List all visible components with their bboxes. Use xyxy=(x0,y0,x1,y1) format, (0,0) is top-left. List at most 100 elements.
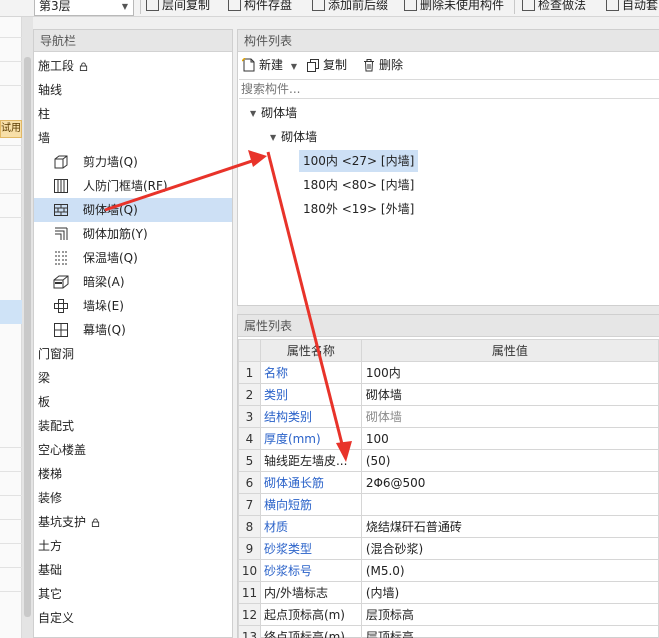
property-value[interactable]: 100内 xyxy=(360,361,659,384)
property-name: 横向短筋 xyxy=(259,493,362,516)
new-component-button[interactable]: 新建 ▼ xyxy=(241,56,297,74)
nav-item-column[interactable]: 柱 xyxy=(38,102,50,126)
nav-panel-title: 导航栏 xyxy=(34,30,232,52)
floor-copy-button[interactable]: 层间复制 xyxy=(146,0,210,15)
nav-item-hollow-floor[interactable]: 空心楼盖 xyxy=(38,438,86,462)
nav-item-axis[interactable]: 轴线 xyxy=(38,78,62,102)
property-value[interactable]: (内墙) xyxy=(360,581,659,604)
expand-triangle-icon[interactable]: ▼ xyxy=(250,103,256,125)
nav-sub-hidden-beam[interactable]: 暗梁(A) xyxy=(34,270,232,294)
nav-sub-wall-pier[interactable]: 墙垛(E) xyxy=(34,294,232,318)
nav-item-label: 装配式 xyxy=(38,419,75,433)
property-value[interactable]: (50) xyxy=(360,449,659,472)
property-value[interactable]: 2Φ6@500 xyxy=(360,471,659,494)
edge-row-divider xyxy=(0,519,22,520)
chevron-down-icon[interactable]: ▼ xyxy=(291,62,297,71)
nav-item-earthwork[interactable]: 土方 xyxy=(38,534,62,558)
property-row[interactable]: 3 结构类别 砌体墙 xyxy=(238,405,659,428)
nav-item-door-window-opening[interactable]: 门窗洞 xyxy=(38,342,74,366)
toolbar-separator xyxy=(140,0,141,14)
edge-row-divider xyxy=(0,85,22,86)
property-value[interactable]: 层顶标高 xyxy=(360,625,659,638)
property-header-row: 属性名称 属性值 xyxy=(238,339,659,362)
component-leaf[interactable]: 100内 <27> [内墙] xyxy=(299,150,419,172)
property-name: 材质 xyxy=(259,515,362,538)
nav-item-prefabricated[interactable]: 装配式 xyxy=(38,414,74,438)
property-row[interactable]: 5 轴线距左墙皮... (50) xyxy=(238,449,659,472)
property-row[interactable]: 2 类别 砌体墙 xyxy=(238,383,659,406)
nav-item-label: 空心楼盖 xyxy=(38,443,87,457)
nav-sub-label: 暗梁(A) xyxy=(83,275,125,289)
floor-select[interactable]: 第3层 ▼ xyxy=(34,0,134,16)
property-row[interactable]: 13 终点顶标高(m) 层顶标高 xyxy=(238,625,659,638)
nav-item-foundation[interactable]: 基础 xyxy=(38,558,62,582)
tree-node-masonry-wall-root[interactable]: ▼ 砌体墙 xyxy=(250,102,297,124)
delete-unused-button[interactable]: 删除未使用构件 xyxy=(404,0,504,15)
masonry-reinforcement-icon xyxy=(55,227,68,240)
expand-triangle-icon[interactable]: ▼ xyxy=(270,127,276,149)
tree-node-masonry-wall-group[interactable]: ▼ 砌体墙 xyxy=(270,126,317,148)
nav-item-label: 装修 xyxy=(38,491,63,505)
property-row[interactable]: 12 起点顶标高(m) 层顶标高 xyxy=(238,603,659,626)
nav-item-decoration[interactable]: 装修 xyxy=(38,486,62,510)
left-scrollbar[interactable] xyxy=(22,17,33,638)
property-row[interactable]: 9 砂浆类型 (混合砂浆) xyxy=(238,537,659,560)
save-component-button[interactable]: 构件存盘 xyxy=(228,0,292,15)
masonry-wall-icon xyxy=(54,204,68,216)
property-row[interactable]: 7 横向短筋 xyxy=(238,493,659,516)
property-value[interactable]: 层顶标高 xyxy=(360,603,659,626)
trash-icon xyxy=(364,59,374,72)
add-prefix-suffix-button[interactable]: 添加前后缀 xyxy=(312,0,388,15)
property-row[interactable]: 1 名称 100内 xyxy=(238,361,659,384)
copy-component-button[interactable]: 复制 xyxy=(306,56,347,74)
new-file-icon xyxy=(241,57,255,72)
row-number: 8 xyxy=(238,515,261,538)
property-row[interactable]: 11 内/外墙标志 (内墙) xyxy=(238,581,659,604)
panel-splitter[interactable] xyxy=(237,306,659,314)
nav-sub-civil-defense-wall[interactable]: 人防门框墙(RF) xyxy=(34,174,232,198)
property-value[interactable]: (混合砂浆) xyxy=(360,537,659,560)
nav-item-beam[interactable]: 梁 xyxy=(38,366,50,390)
property-name: 内/外墙标志 xyxy=(259,581,362,604)
property-table: 属性名称 属性值 1 名称 100内 2 类别 砌体墙 3 结构类别 砌体墙 4 厚度(mm) 100… xyxy=(238,339,659,638)
nav-sub-shear-wall[interactable]: 剪力墙(Q) xyxy=(34,150,232,174)
component-leaf[interactable]: 180内 <80> [内墙] xyxy=(299,174,418,196)
nav-sub-insulation-wall[interactable]: 保温墙(Q) xyxy=(34,246,232,270)
component-search-input[interactable] xyxy=(241,82,641,96)
nav-item-other[interactable]: 其它 xyxy=(38,582,62,606)
property-row[interactable]: 8 材质 烧结煤矸石普通砖 xyxy=(238,515,659,538)
nav-sub-label: 砌体墙(Q) xyxy=(83,203,138,217)
nav-item-slab[interactable]: 板 xyxy=(38,390,50,414)
property-value[interactable]: (M5.0) xyxy=(360,559,659,582)
property-row[interactable]: 10 砂浆标号 (M5.0) xyxy=(238,559,659,582)
property-value[interactable]: 砌体墙 xyxy=(360,405,659,428)
property-value[interactable] xyxy=(360,493,659,516)
nav-sub-curtain-wall[interactable]: 幕墙(Q) xyxy=(34,318,232,342)
scrollbar-thumb[interactable] xyxy=(24,57,31,617)
property-row[interactable]: 6 砌体通长筋 2Φ6@500 xyxy=(238,471,659,494)
auto-apply-button[interactable]: 自动套 xyxy=(606,0,658,15)
edge-selected-row[interactable] xyxy=(0,300,22,324)
property-value[interactable]: 砌体墙 xyxy=(360,383,659,406)
property-row[interactable]: 4 厚度(mm) 100 xyxy=(238,427,659,450)
auto-apply-icon xyxy=(606,0,619,11)
save-component-label: 构件存盘 xyxy=(244,0,293,12)
property-value[interactable]: 100 xyxy=(360,427,659,450)
nav-item-custom[interactable]: 自定义 xyxy=(38,606,74,630)
nav-item-pit-support[interactable]: 基坑支护 xyxy=(38,510,100,534)
nav-sub-masonry-reinforcement[interactable]: 砌体加筋(Y) xyxy=(34,222,232,246)
component-leaf[interactable]: 180外 <19> [外墙] xyxy=(299,198,418,220)
property-name: 砌体通长筋 xyxy=(259,471,362,494)
nav-item-stairs[interactable]: 楼梯 xyxy=(38,462,62,486)
component-search[interactable] xyxy=(239,79,659,99)
property-list-title: 属性列表 xyxy=(238,315,659,337)
nav-item-wall[interactable]: 墙 xyxy=(38,126,50,150)
property-name: 名称 xyxy=(259,361,362,384)
property-value[interactable]: 烧结煤矸石普通砖 xyxy=(360,515,659,538)
delete-component-button[interactable]: 删除 xyxy=(362,56,403,74)
auto-apply-label: 自动套 xyxy=(622,0,659,12)
nav-item-construction-section[interactable]: 施工段 xyxy=(38,54,88,78)
nav-sub-masonry-wall[interactable]: 砌体墙(Q) xyxy=(34,198,232,222)
nav-item-label: 梁 xyxy=(38,371,51,385)
check-method-button[interactable]: 检查做法 xyxy=(522,0,586,15)
